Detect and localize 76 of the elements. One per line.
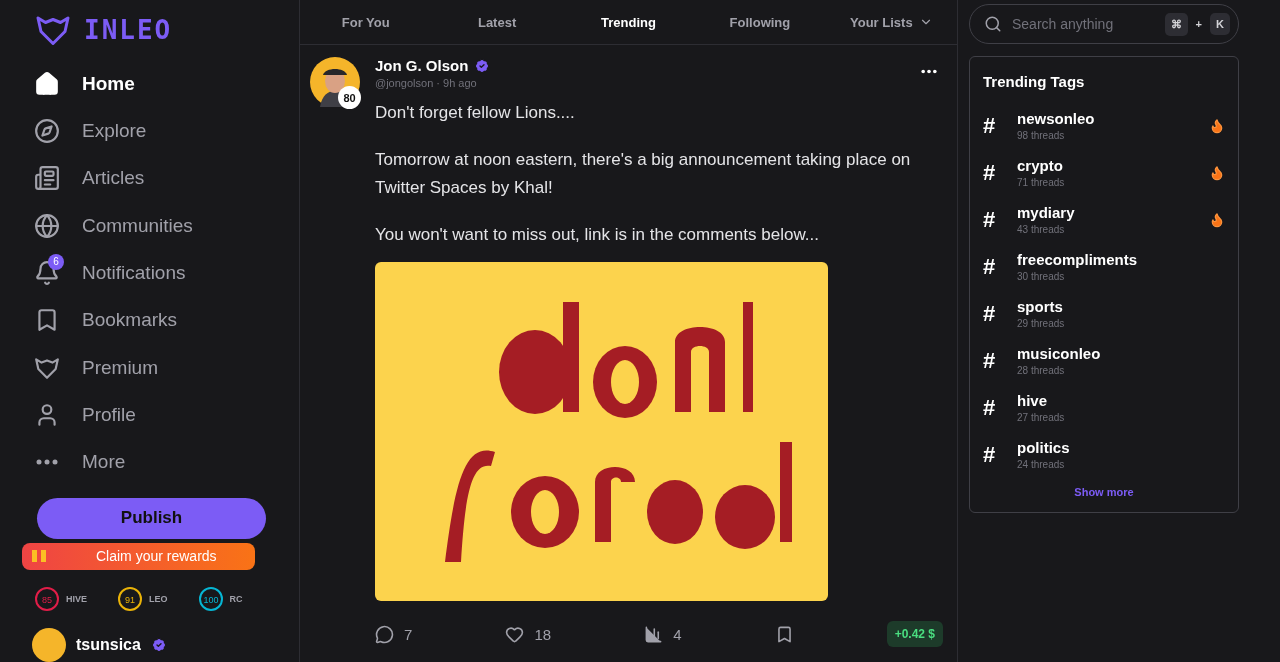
meter-ring: 100 [197, 586, 224, 613]
comment-button[interactable]: 7 [375, 624, 413, 644]
feed-tab[interactable]: Latest [431, 0, 563, 44]
more-icon[interactable] [921, 69, 937, 74]
nav-item[interactable]: 6 Notifications [32, 249, 299, 297]
shortcut-key: + [1195, 18, 1203, 30]
tag-count: 98 threads [1017, 130, 1066, 141]
tag-count: 28 threads [1017, 365, 1066, 376]
hash-symbol: # [983, 206, 997, 233]
gift-icon [32, 550, 46, 563]
nav-item[interactable]: Communities [32, 201, 299, 250]
feed-tab[interactable]: Trending [562, 0, 695, 44]
nav-item[interactable]: Profile [32, 391, 299, 439]
card-title: Trending Tags [983, 73, 1086, 90]
like-button[interactable]: 18 [505, 624, 552, 644]
hash-symbol: # [983, 441, 997, 468]
tag-count: 30 threads [1017, 271, 1066, 282]
post-text: Don't forget fellow Lions.... [375, 102, 576, 124]
search-icon [984, 15, 1002, 33]
nav-item[interactable]: Bookmarks [32, 296, 299, 344]
tag-name[interactable]: newsonleo [1017, 110, 1195, 127]
reputation-badge: 80 [338, 86, 361, 109]
home-icon [34, 70, 60, 97]
shortcut-key: ⌘ [1164, 12, 1188, 36]
nav-item[interactable]: Premium [32, 343, 299, 392]
tag-name[interactable]: hive [1017, 392, 1225, 409]
globe-icon [34, 212, 60, 239]
tag-count: 24 threads [1017, 459, 1066, 470]
account-name: tsunsica [76, 636, 141, 655]
tag-name[interactable]: mydiary [1017, 204, 1195, 221]
feed-tab[interactable]: For You [300, 0, 432, 44]
logo-text: INLEO [84, 15, 173, 45]
hash-symbol: # [983, 300, 997, 327]
tag-name[interactable]: freecompliments [1017, 251, 1225, 268]
post-text: Tomorrow at noon eastern, there's a big announcement taking place on Twitter Spaces by Khal! [375, 149, 912, 199]
nav-item[interactable]: More [32, 438, 299, 486]
tag-count: 27 threads [1017, 412, 1066, 423]
hash-symbol: # [983, 159, 997, 186]
hash-symbol: # [983, 112, 997, 139]
newspaper-icon [34, 165, 60, 192]
show-more-link[interactable]: Show more [983, 486, 1225, 498]
post-meta: @jongolson · 9h ago [375, 77, 478, 89]
feed-tab[interactable]: Following [694, 0, 826, 44]
tag-count: 43 threads [1017, 224, 1066, 235]
publish-button[interactable]: Publish [37, 497, 266, 539]
vote-button[interactable]: 4 [644, 624, 682, 644]
hash-symbol: # [983, 347, 997, 374]
author-name[interactable]: Jon G. Olson [375, 57, 469, 74]
post-text: You won't want to miss out, link is in the comments below... [375, 224, 820, 246]
comment-icon [375, 624, 394, 644]
heart-icon [505, 624, 525, 644]
more-icon [36, 459, 58, 466]
tag-name[interactable]: sports [1017, 298, 1225, 315]
feed-tab[interactable]: Your Lists [825, 0, 958, 44]
meter-ring: 91 [117, 586, 143, 613]
hash-symbol: # [983, 394, 997, 421]
search-field[interactable]: Search anything [1010, 15, 1157, 33]
nav-item[interactable]: Home [32, 60, 299, 108]
tag-name[interactable]: musiconleo [1017, 345, 1225, 362]
shortcut-key: K [1210, 13, 1230, 35]
tag-count: 29 threads [1017, 318, 1066, 329]
notification-badge: 6 [48, 253, 64, 270]
meter-label: RC [229, 594, 243, 605]
meter-label: HIVE [66, 594, 87, 605]
avatar[interactable] [32, 628, 66, 662]
tag-count: 71 threads [1017, 177, 1066, 188]
tag-name[interactable]: crypto [1017, 157, 1195, 174]
tag-name[interactable]: politics [1017, 439, 1225, 456]
meter-label: LEO [149, 594, 168, 605]
meter-ring: 85 [34, 586, 60, 613]
payout-button[interactable]: +0.42 $ [886, 621, 943, 647]
nav-item[interactable]: Articles [32, 154, 299, 202]
compass-icon [34, 117, 60, 144]
hash-symbol: # [983, 253, 997, 280]
nav-item[interactable]: Explore [32, 107, 299, 155]
bell-icon [34, 259, 60, 286]
